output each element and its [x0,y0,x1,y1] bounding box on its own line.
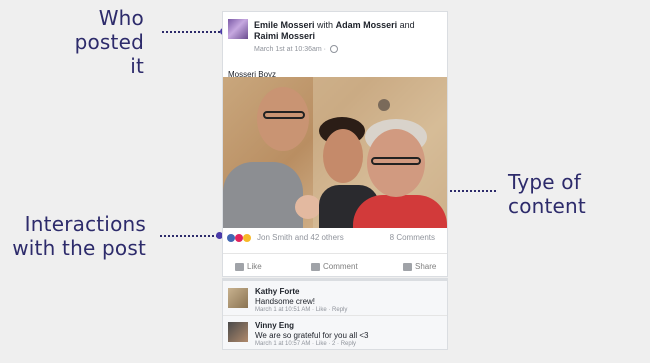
globe-icon [329,45,338,53]
photo-person-middle-head [323,129,363,183]
reactions-bar: Jon Smith and 42 others 8 Comments [223,232,447,246]
comment-meta[interactable]: March 1 at 10:51 AM · Like · Reply [255,307,347,313]
commenter-avatar[interactable] [228,322,248,342]
comment-item: Vinny Eng We are so grateful for you all… [223,317,447,349]
annotation-type-of-content: Type of content [508,170,618,218]
photo-person-left-body [223,162,303,228]
reactions-summary[interactable]: Jon Smith and 42 others [257,233,344,242]
author-name[interactable]: Emile Mosseri [254,20,315,30]
annotation-interactions-line2: with the post [12,236,146,260]
comment-button[interactable]: Comment [311,262,358,271]
annotation-type-line2: content [508,194,586,218]
annotation-type-line1: Type of [508,170,581,194]
photo-person-right-glasses [371,157,421,165]
post-photo[interactable] [223,77,447,228]
tagged-user-2[interactable]: Raimi Mosseri [254,31,315,41]
comment-divider [223,315,447,316]
commenter-name[interactable]: Vinny Eng [255,321,294,330]
comment-bubble-icon [311,262,320,271]
like-button[interactable]: Like [235,262,262,271]
post-header: Emile Mosseri with Adam Mosseri and Raim… [254,20,439,42]
annotation-who-posted: Who posted it [58,6,144,78]
comment-item: Kathy Forte Handsome crew! March 1 at 10… [223,283,447,315]
love-reaction-icon [235,234,243,242]
post-meta: March 1st at 10:36am · [254,45,338,53]
and-text: and [399,20,415,30]
connector-interactions [160,235,218,237]
author-avatar[interactable] [228,19,248,39]
tagged-user-1[interactable]: Adam Mosseri [336,20,398,30]
like-reaction-icon [227,234,235,242]
like-label: Like [247,262,262,271]
comments-section: Kathy Forte Handsome crew! March 1 at 10… [222,278,448,350]
photo-person-left-head [257,87,309,151]
haha-reaction-icon [243,234,251,242]
post-card: Emile Mosseri with Adam Mosseri and Raim… [222,11,448,277]
comment-label: Comment [323,262,358,271]
connector-type [446,190,496,192]
annotation-who-line1: Who [98,6,144,30]
photo-baby-head [295,195,321,219]
commenter-name[interactable]: Kathy Forte [255,287,299,296]
comment-text: We are so grateful for you all <3 [255,331,369,340]
with-text: with [317,20,334,30]
comment-text: Handsome crew! [255,297,316,306]
comments-count[interactable]: 8 Comments [390,233,435,242]
thumbs-up-icon [235,262,244,271]
share-button[interactable]: Share [403,262,436,271]
actions-bar: Like Comment Share [223,253,447,276]
comment-meta[interactable]: March 1 at 10:57 AM · Like · 2 · Reply [255,341,356,347]
photo-person-left-glasses [263,111,305,119]
share-label: Share [415,262,437,271]
photo-person-right-body [353,195,447,228]
post-timestamp[interactable]: March 1st at 10:36am · [254,46,326,53]
annotation-who-line2: posted it [74,30,144,78]
annotation-interactions-line1: Interactions [24,212,146,236]
share-arrow-icon [403,262,412,271]
annotation-interactions: Interactions with the post [12,212,146,260]
commenter-avatar[interactable] [228,288,248,308]
connector-who [162,31,220,33]
photo-wall-fixture [378,99,390,111]
